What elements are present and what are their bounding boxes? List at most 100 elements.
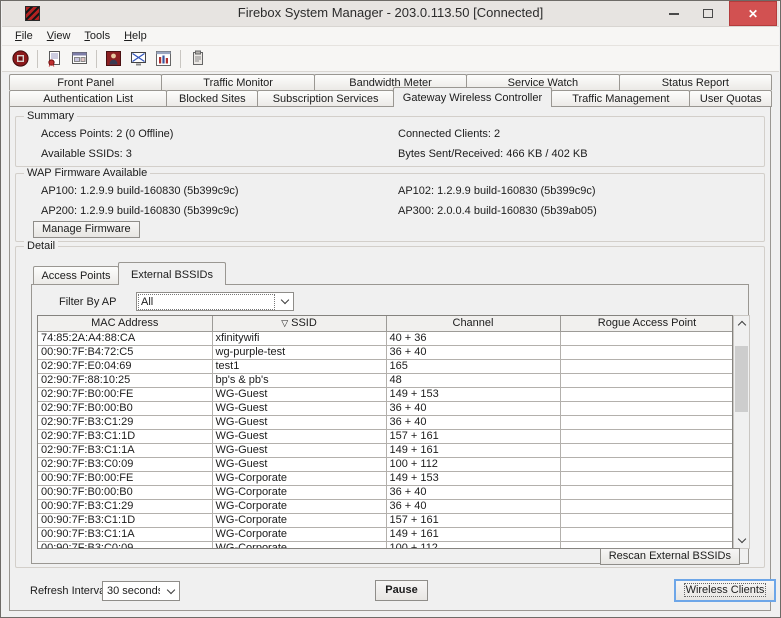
- tab-external-bssids[interactable]: External BSSIDs: [118, 262, 226, 285]
- cell-mac: 00:90:7F:B3:C1:1A: [38, 527, 212, 541]
- filter-by-ap-select[interactable]: All: [136, 292, 294, 311]
- table-row[interactable]: 02:90:7F:B3:C1:29 WG-Guest 36 + 40: [38, 415, 733, 429]
- table-row[interactable]: 00:90:7F:B0:00:FE WG-Corporate 149 + 153: [38, 471, 733, 485]
- col-header-mac[interactable]: MAC Address: [38, 316, 212, 331]
- tab[interactable]: Front Panel: [9, 74, 162, 90]
- cell-mac: 00:90:7F:B3:C1:29: [38, 499, 212, 513]
- cell-mac: 02:90:7F:B3:C1:29: [38, 415, 212, 429]
- cell-rogue: [560, 401, 733, 415]
- tab[interactable]: User Quotas: [689, 90, 772, 107]
- cell-mac: 00:90:7F:B0:00:FE: [38, 471, 212, 485]
- cell-ssid: WG-Guest: [212, 457, 386, 471]
- cell-channel: 157 + 161: [386, 429, 560, 443]
- firmware-groupbox: WAP Firmware Available AP100: 1.2.9.9 bu…: [15, 173, 765, 242]
- cell-ssid: WG-Corporate: [212, 513, 386, 527]
- tab[interactable]: Blocked Sites: [166, 90, 258, 107]
- pause-button[interactable]: Pause: [375, 580, 428, 601]
- cell-channel: 100 + 112: [386, 457, 560, 471]
- chevron-up-icon: [737, 321, 745, 329]
- chevron-down-icon: [162, 590, 179, 593]
- cell-rogue: [560, 415, 733, 429]
- detail-title: Detail: [24, 240, 58, 252]
- filter-by-ap-label: Filter By AP: [59, 296, 116, 308]
- scrollbar-thumb[interactable]: [735, 346, 748, 412]
- manage-firmware-button[interactable]: Manage Firmware: [33, 221, 140, 238]
- cell-rogue: [560, 429, 733, 443]
- minimize-button[interactable]: [659, 1, 689, 26]
- table-row[interactable]: 00:90:7F:B3:C1:1A WG-Corporate 149 + 161: [38, 527, 733, 541]
- cell-rogue: [560, 443, 733, 457]
- app-window: Firebox System Manager - 203.0.113.50 [C…: [0, 0, 781, 618]
- scroll-up-button[interactable]: [734, 316, 749, 331]
- cell-mac: 02:90:7F:88:10:25: [38, 373, 212, 387]
- cell-mac: 02:90:7F:B0:00:B0: [38, 401, 212, 415]
- tab[interactable]: Authentication List: [9, 90, 167, 107]
- table-row[interactable]: 02:90:7F:88:10:25 bp's & pb's 48: [38, 373, 733, 387]
- cell-mac: 00:90:7F:B4:72:C5: [38, 345, 212, 359]
- cell-channel: 40 + 36: [386, 331, 560, 345]
- cell-ssid: WG-Corporate: [212, 541, 386, 549]
- table-row[interactable]: 00:90:7F:B3:C1:1D WG-Corporate 157 + 161: [38, 513, 733, 527]
- menu-item[interactable]: View: [40, 28, 78, 44]
- wireless-clients-label: Wireless Clients: [685, 584, 765, 596]
- cell-ssid: xfinitywifi: [212, 331, 386, 345]
- cell-channel: 36 + 40: [386, 485, 560, 499]
- table-row[interactable]: 02:90:7F:B3:C1:1A WG-Guest 149 + 161: [38, 443, 733, 457]
- cell-channel: 100 + 112: [386, 541, 560, 549]
- cell-channel: 149 + 153: [386, 387, 560, 401]
- table-row[interactable]: 74:85:2A:A4:88:CA xfinitywifi 40 + 36: [38, 331, 733, 345]
- table-row[interactable]: 00:90:7F:B0:00:B0 WG-Corporate 36 + 40: [38, 485, 733, 499]
- col-header-channel[interactable]: Channel: [386, 316, 560, 331]
- table-row[interactable]: 00:90:7F:B4:72:C5 wg-purple-test 36 + 40: [38, 345, 733, 359]
- wireless-clients-button[interactable]: Wireless Clients: [674, 579, 776, 602]
- front-panel-icon[interactable]: [69, 50, 89, 68]
- cell-rogue: [560, 471, 733, 485]
- tab[interactable]: Subscription Services: [257, 90, 394, 107]
- tab[interactable]: Traffic Monitor: [161, 74, 314, 90]
- cell-rogue: [560, 513, 733, 527]
- rescan-external-bssids-button[interactable]: Rescan External BSSIDs: [600, 548, 740, 565]
- col-header-ssid[interactable]: ▽SSID: [212, 316, 386, 331]
- close-button[interactable]: ✕: [729, 1, 777, 26]
- maximize-button[interactable]: [693, 1, 723, 26]
- menu-item[interactable]: Tools: [77, 28, 117, 44]
- performance-console-icon[interactable]: [153, 50, 173, 68]
- table-row[interactable]: 02:90:7F:B3:C0:09 WG-Guest 100 + 112: [38, 457, 733, 471]
- refresh-interval-select[interactable]: 30 seconds: [102, 581, 180, 601]
- report-icon[interactable]: [187, 50, 207, 68]
- table-row[interactable]: 00:90:7F:B3:C1:29 WG-Corporate 36 + 40: [38, 499, 733, 513]
- cell-channel: 36 + 40: [386, 415, 560, 429]
- table-row[interactable]: 02:90:7F:E0:04:69 test1 165: [38, 359, 733, 373]
- table-row[interactable]: 02:90:7F:B0:00:FE WG-Guest 149 + 153: [38, 387, 733, 401]
- menu-item[interactable]: File: [8, 28, 40, 44]
- cell-rogue: [560, 345, 733, 359]
- cell-rogue: [560, 387, 733, 401]
- certificate-document-icon[interactable]: [44, 50, 64, 68]
- table-row[interactable]: 02:90:7F:B3:C1:1D WG-Guest 157 + 161: [38, 429, 733, 443]
- tab[interactable]: Traffic Management: [551, 90, 690, 107]
- col-header-rogue[interactable]: Rogue Access Point: [560, 316, 733, 331]
- gateway-wireless-controller-page: Summary Access Points: 2 (0 Offline) Ava…: [9, 106, 771, 611]
- cell-channel: 36 + 40: [386, 401, 560, 415]
- scroll-down-button[interactable]: [734, 533, 749, 548]
- close-icon: ✕: [748, 7, 758, 21]
- cell-rogue: [560, 499, 733, 513]
- cell-channel: 149 + 161: [386, 443, 560, 457]
- summary-groupbox: Summary Access Points: 2 (0 Offline) Ava…: [15, 116, 765, 167]
- available-ssids-stat: Available SSIDs: 3: [41, 148, 132, 160]
- tab[interactable]: Status Report: [619, 74, 772, 90]
- toolbar-separator: [96, 50, 97, 68]
- toolbar: [2, 46, 779, 72]
- hostwatch-icon[interactable]: [128, 50, 148, 68]
- table-row[interactable]: 02:90:7F:B0:00:B0 WG-Guest 36 + 40: [38, 401, 733, 415]
- cell-mac: 74:85:2A:A4:88:CA: [38, 331, 212, 345]
- menu-item[interactable]: Help: [117, 28, 154, 44]
- cell-channel: 36 + 40: [386, 345, 560, 359]
- cell-ssid: WG-Corporate: [212, 499, 386, 513]
- table-scrollbar[interactable]: [733, 315, 750, 549]
- tab-access-points[interactable]: Access Points: [33, 266, 119, 285]
- stop-icon[interactable]: [10, 50, 30, 68]
- cell-ssid: WG-Corporate: [212, 527, 386, 541]
- policy-manager-icon[interactable]: [103, 50, 123, 68]
- tab[interactable]: Gateway Wireless Controller: [393, 87, 552, 107]
